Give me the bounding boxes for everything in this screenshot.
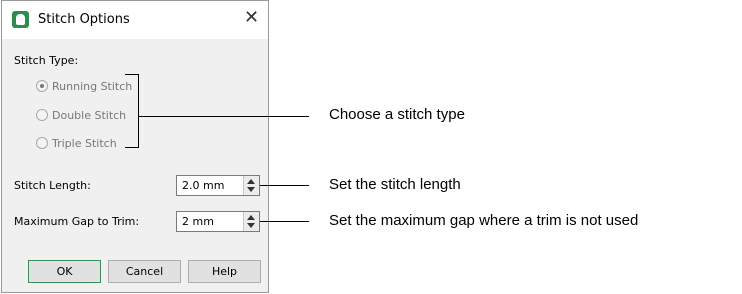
stitch-length-label: Stitch Length: [14, 179, 91, 192]
spin-up-icon[interactable] [247, 215, 255, 220]
max-gap-value[interactable]: 2 mm [182, 215, 214, 228]
spin-down-icon[interactable] [247, 187, 255, 192]
annotation-stitch-type: Choose a stitch type [329, 106, 465, 123]
stitch-type-bracket [125, 74, 139, 148]
max-gap-spinbox[interactable]: 2 mm [176, 211, 260, 232]
cancel-button[interactable]: Cancel [108, 260, 181, 283]
close-icon[interactable]: ✕ [244, 8, 259, 28]
radio-label: Double Stitch [52, 108, 127, 122]
app-icon [12, 11, 29, 28]
callout-line-stitch-length [260, 185, 309, 186]
spin-arrows[interactable] [243, 212, 259, 231]
radio-running-stitch[interactable]: Running Stitch [36, 78, 132, 94]
radio-icon [36, 137, 48, 149]
callout-line-max-gap [260, 221, 309, 222]
stitch-type-label: Stitch Type: [14, 54, 79, 67]
title-bar: Stitch Options ✕ [2, 1, 268, 39]
annotation-stitch-length: Set the stitch length [329, 176, 461, 193]
stitch-length-value[interactable]: 2.0 mm [182, 179, 224, 192]
callout-line-stitch-type [139, 116, 309, 117]
spin-up-icon[interactable] [247, 179, 255, 184]
spin-arrows[interactable] [243, 176, 259, 195]
radio-double-stitch[interactable]: Double Stitch [36, 107, 126, 123]
help-button[interactable]: Help [188, 260, 261, 283]
dialog-title: Stitch Options [38, 12, 130, 27]
max-gap-label: Maximum Gap to Trim: [14, 215, 140, 228]
radio-label: Running Stitch [52, 79, 133, 93]
annotation-max-gap: Set the maximum gap where a trim is not … [329, 212, 639, 229]
radio-triple-stitch[interactable]: Triple Stitch [36, 135, 117, 151]
spin-down-icon[interactable] [247, 223, 255, 228]
ok-button[interactable]: OK [28, 260, 101, 283]
radio-label: Triple Stitch [52, 136, 117, 150]
radio-icon [36, 109, 48, 121]
stitch-length-spinbox[interactable]: 2.0 mm [176, 175, 260, 196]
radio-icon [36, 80, 48, 92]
